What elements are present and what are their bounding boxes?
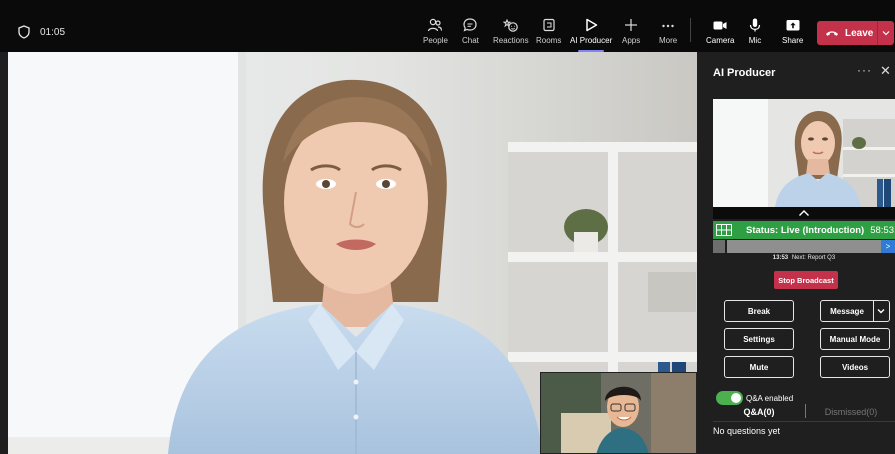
self-view-video[interactable] [540, 372, 697, 454]
tab-qa[interactable]: Q&A(0) [713, 407, 805, 417]
collapse-preview-button[interactable] [713, 207, 895, 219]
apps-button[interactable]: Apps [622, 16, 640, 48]
meeting-timer: 01:05 [18, 25, 65, 39]
break-button[interactable]: Break [724, 300, 794, 322]
panel-title: AI Producer [713, 67, 776, 79]
progress-fill [713, 240, 725, 253]
leave-label: Leave [845, 27, 874, 39]
camera-icon [713, 21, 727, 30]
more-label: More [659, 36, 678, 45]
chevron-down-icon [882, 31, 890, 36]
close-icon[interactable]: ✕ [880, 63, 891, 79]
ai-producer-button[interactable]: AI Producer [570, 16, 612, 48]
people-icon [428, 18, 443, 32]
self-view-image [541, 373, 696, 453]
broadcast-status-bar: Status: Live (Introduction) 58:53 [713, 221, 895, 239]
hang-up-icon [826, 31, 838, 36]
next-segment-time: 13:53 [772, 255, 789, 261]
chat-label: Chat [462, 36, 479, 45]
stop-broadcast-button[interactable]: Stop Broadcast [774, 271, 838, 289]
broadcast-preview [713, 99, 895, 207]
share-label: Share [782, 36, 804, 45]
reactions-label: Reactions [493, 36, 529, 45]
more-button[interactable]: More [659, 16, 677, 48]
ai-producer-label: AI Producer [570, 36, 613, 45]
reactions-icon [502, 19, 518, 32]
toolbar-divider [690, 18, 691, 42]
next-segment-button[interactable]: > [881, 240, 895, 253]
leave-button[interactable]: Leave [817, 21, 877, 45]
videos-button[interactable]: Videos [820, 356, 890, 378]
mute-button[interactable]: Mute [724, 356, 794, 378]
play-icon [586, 18, 598, 32]
message-options-button[interactable] [873, 300, 890, 322]
next-segment-label: Next: Report Q3 [791, 255, 836, 261]
mic-icon [749, 18, 761, 32]
more-icon [662, 24, 674, 28]
chevron-up-icon [799, 210, 809, 216]
qa-enabled-label: Q&A enabled [746, 394, 794, 403]
tab-dismissed[interactable]: Dismissed(0) [807, 407, 895, 417]
panel-more-options-icon[interactable]: ··· [857, 63, 872, 77]
manual-mode-button[interactable]: Manual Mode [820, 328, 890, 350]
mic-button[interactable]: Mic [747, 16, 763, 48]
people-button[interactable]: People [423, 16, 448, 48]
leave-button-group: Leave [817, 21, 894, 45]
rooms-button[interactable]: Rooms [536, 16, 561, 48]
rooms-icon [543, 18, 555, 32]
chevron-down-icon [877, 309, 885, 314]
meeting-toolbar: 01:05 People Chat Reactions Rooms AI Pro… [0, 0, 895, 52]
chat-icon [463, 18, 478, 32]
next-segment-info: 13:53 Next: Report Q3 [713, 255, 895, 261]
share-icon [786, 20, 800, 31]
shield-icon [18, 25, 30, 39]
mic-label: Mic [748, 36, 762, 45]
settings-button[interactable]: Settings [724, 328, 794, 350]
chat-button[interactable]: Chat [462, 16, 479, 48]
leave-options-button[interactable] [878, 30, 894, 36]
preview-image [713, 99, 895, 207]
plus-icon [625, 19, 638, 31]
status-duration: 58:53 [870, 224, 894, 236]
grid-icon [716, 224, 732, 236]
elapsed-time: 01:05 [40, 26, 66, 38]
reactions-button[interactable]: Reactions [493, 16, 529, 48]
message-button[interactable]: Message [820, 300, 874, 322]
rooms-label: Rooms [536, 36, 562, 45]
qa-enabled-toggle[interactable] [716, 391, 743, 405]
apps-label: Apps [622, 36, 641, 45]
status-text: Status: Live (Introduction) [746, 224, 865, 236]
share-button[interactable]: Share [782, 16, 803, 48]
camera-button[interactable]: Camera [706, 16, 734, 48]
segment-progress-bar[interactable]: > [713, 240, 895, 253]
camera-label: Camera [706, 36, 735, 45]
progress-needle [725, 240, 727, 253]
people-label: People [423, 36, 448, 45]
empty-questions-message: No questions yet [713, 426, 781, 436]
ai-producer-panel: AI Producer ··· ✕ Status: Live (Introduc… [697, 52, 895, 454]
